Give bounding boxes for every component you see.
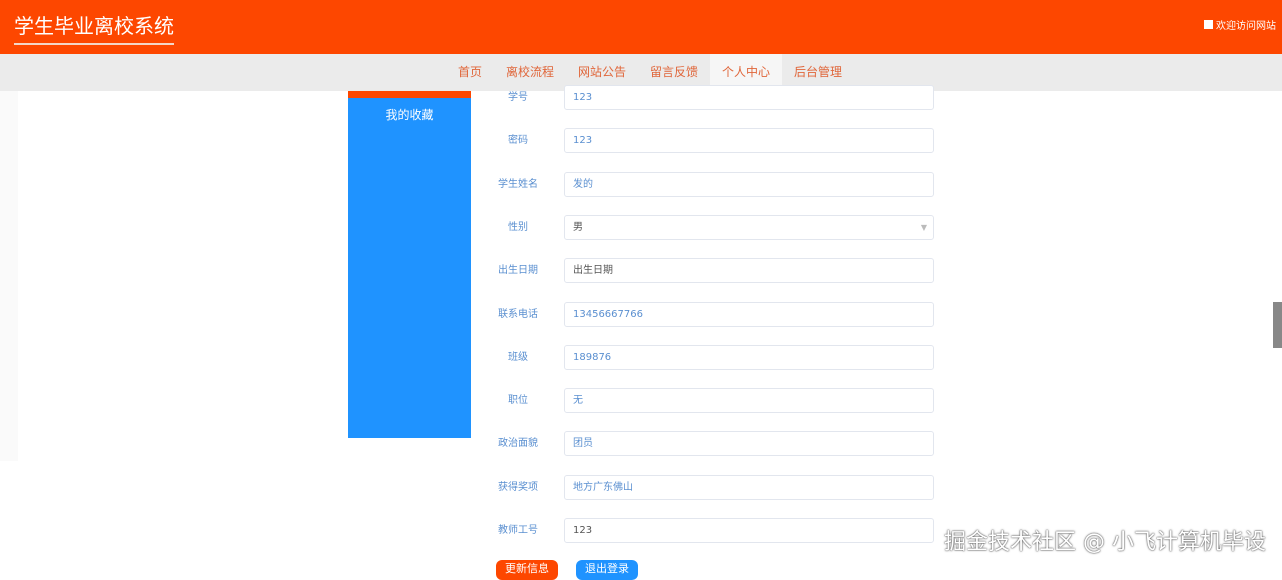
field-value: 团员 (573, 438, 593, 450)
field-input[interactable]: 123 (564, 85, 934, 110)
form-row: 政治面貌 团员 (480, 431, 940, 457)
scrollbar[interactable] (1273, 302, 1282, 348)
field-input[interactable]: 出生日期 (564, 258, 934, 284)
checkbox-icon (1204, 20, 1213, 29)
form-row: 性别 男 ▼ (480, 214, 940, 240)
field-label: 学号 (508, 92, 528, 103)
field-value: 男 (573, 221, 583, 233)
field-value: 13456667766 (573, 308, 643, 320)
welcome-area: 欢迎访问网站 (1204, 17, 1276, 32)
field-input[interactable]: 123 (564, 518, 934, 543)
field-input[interactable]: 团员 (564, 431, 934, 457)
field-label: 教师工号 (498, 525, 538, 536)
left-pane (0, 91, 18, 461)
chevron-down-icon: ▼ (920, 222, 927, 232)
field-value: 地方广东佛山 (573, 481, 633, 493)
watermark: 掘金技术社区 @ 小飞计算机毕设 (944, 530, 1266, 555)
form-row: 学生姓名 发的 (480, 171, 940, 197)
form-row: 密码 123 (480, 128, 940, 154)
form-row: 学号 123 (480, 85, 940, 110)
field-input[interactable]: 无 (564, 388, 934, 414)
field-input[interactable]: 发的 (564, 171, 934, 197)
sidebar-item-favorites[interactable]: 我的收藏 (348, 106, 471, 123)
field-value: 出生日期 (573, 265, 613, 277)
field-input[interactable]: 13456667766 (564, 301, 934, 327)
field-value: 123 (573, 135, 593, 147)
field-label: 职位 (508, 395, 528, 407)
field-label: 学生姓名 (498, 178, 538, 190)
field-input[interactable]: 地方广东佛山 (564, 474, 934, 500)
field-value: 无 (573, 395, 583, 407)
field-value: 123 (573, 92, 593, 103)
field-label: 联系电话 (498, 308, 538, 320)
header: 学生毕业离校系统 欢迎访问网站 (0, 0, 1282, 54)
form-row: 获得奖项 地方广东佛山 (480, 474, 940, 500)
gender-select[interactable]: 男 ▼ (564, 214, 934, 240)
site-title[interactable]: 学生毕业离校系统 (14, 10, 174, 45)
welcome-text: 欢迎访问网站 (1216, 21, 1276, 32)
logout-button[interactable]: 退出登录 (576, 560, 638, 580)
form-row: 职位 无 (480, 388, 940, 414)
form-row: 出生日期 出生日期 (480, 258, 940, 284)
update-button[interactable]: 更新信息 (496, 560, 558, 580)
sidebar: 我的收藏 (348, 91, 471, 438)
field-label: 密码 (508, 135, 528, 147)
field-input[interactable]: 189876 (564, 344, 934, 370)
field-label: 获得奖项 (498, 481, 538, 493)
field-label: 出生日期 (498, 265, 538, 277)
field-value: 发的 (573, 178, 593, 190)
form-row: 班级 189876 (480, 344, 940, 370)
form-row: 教师工号 123 (480, 518, 940, 543)
field-value: 189876 (573, 351, 612, 363)
field-label: 性别 (508, 221, 528, 233)
field-input[interactable]: 123 (564, 128, 934, 154)
field-label: 政治面貌 (498, 438, 538, 450)
field-value: 123 (573, 525, 593, 536)
field-label: 班级 (508, 351, 528, 363)
form-row: 联系电话 13456667766 (480, 301, 940, 327)
